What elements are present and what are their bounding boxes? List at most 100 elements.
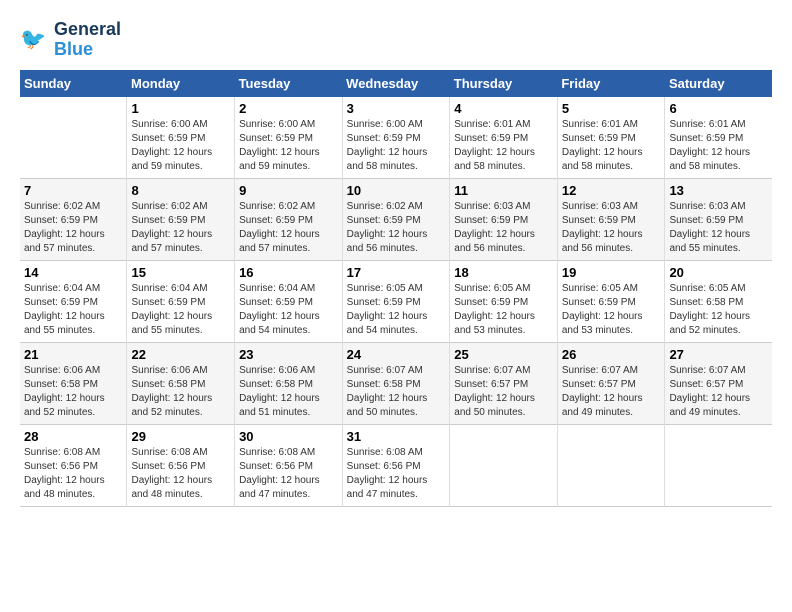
calendar-table: SundayMondayTuesdayWednesdayThursdayFrid… [20, 70, 772, 507]
day-number: 14 [24, 265, 122, 280]
day-number: 2 [239, 101, 338, 116]
calendar-cell: 9Sunrise: 6:02 AM Sunset: 6:59 PM Daylig… [235, 178, 343, 260]
calendar-cell: 30 Sunrise: 6:08 AM Sunset: 6:56 PM Dayli… [235, 424, 343, 506]
day-number: 18 [454, 265, 553, 280]
logo: 🐦 General Blue [20, 20, 121, 60]
day-info: Sunrise: 6:01 AM Sunset: 6:59 PM Dayligh… [454, 118, 553, 174]
day-number: 17 [347, 265, 446, 280]
calendar-cell: 7 Sunrise: 6:02 AM Sunset: 6:59 PM Daylig… [20, 178, 127, 260]
column-header-thursday: Thursday [450, 70, 558, 97]
calendar-cell: 29 Sunrise: 6:08 AM Sunset: 6:56 PM Dayli… [127, 424, 235, 506]
day-number: 1 [131, 101, 230, 116]
calendar-cell: 10 Sunrise: 6:02 AM Sunset: 6:59 PM Dayli… [342, 178, 450, 260]
day-info: Sunrise: 6:07 AM Sunset: 6:57 PM Dayligh… [669, 364, 768, 420]
day-info: Sunrise: 6:05 AM Sunset: 6:59 PM Dayligh… [562, 282, 661, 338]
calendar-cell: 5 Sunrise: 6:01 AM Sunset: 6:59 PM Daylig… [557, 97, 665, 179]
day-info: Sunrise: 6:08 AM Sunset: 6:56 PM Dayligh… [347, 446, 446, 502]
day-number: 28 [24, 429, 122, 444]
column-header-tuesday: Tuesday [235, 70, 343, 97]
day-number: 19 [562, 265, 661, 280]
day-info: Sunrise: 6:00 AM Sunset: 6:59 PM Dayligh… [131, 118, 230, 174]
calendar-week-row: 14 Sunrise: 6:04 AM Sunset: 6:59 PM Dayli… [20, 260, 772, 342]
calendar-cell: 11 Sunrise: 6:03 AM Sunset: 6:59 PM Dayli… [450, 178, 558, 260]
day-info: Sunrise: 6:02 AM Sunset: 6:59 PM Dayligh… [239, 200, 338, 256]
day-number: 8 [131, 183, 230, 198]
day-info: Sunrise: 6:01 AM Sunset: 6:59 PM Dayligh… [562, 118, 661, 174]
calendar-cell: 14 Sunrise: 6:04 AM Sunset: 6:59 PM Dayli… [20, 260, 127, 342]
calendar-cell: 17Sunrise: 6:05 AM Sunset: 6:59 PM Dayli… [342, 260, 450, 342]
day-number: 26 [562, 347, 661, 362]
day-info: Sunrise: 6:08 AM Sunset: 6:56 PM Dayligh… [24, 446, 122, 502]
calendar-week-row: 1 Sunrise: 6:00 AM Sunset: 6:59 PM Daylig… [20, 97, 772, 179]
logo-text: General Blue [54, 20, 121, 60]
day-number: 11 [454, 183, 553, 198]
header: 🐦 General Blue [20, 20, 772, 60]
logo-icon: 🐦 [20, 25, 50, 55]
day-info: Sunrise: 6:00 AM Sunset: 6:59 PM Dayligh… [347, 118, 446, 174]
day-number: 20 [669, 265, 768, 280]
day-number: 22 [131, 347, 230, 362]
calendar-cell: 4 Sunrise: 6:01 AM Sunset: 6:59 PM Daylig… [450, 97, 558, 179]
day-info: Sunrise: 6:04 AM Sunset: 6:59 PM Dayligh… [24, 282, 122, 338]
column-header-saturday: Saturday [665, 70, 772, 97]
day-info: Sunrise: 6:03 AM Sunset: 6:59 PM Dayligh… [562, 200, 661, 256]
calendar-cell: 19 Sunrise: 6:05 AM Sunset: 6:59 PM Dayli… [557, 260, 665, 342]
svg-text:🐦: 🐦 [20, 28, 46, 51]
day-info: Sunrise: 6:06 AM Sunset: 6:58 PM Dayligh… [24, 364, 122, 420]
calendar-cell: 24Sunrise: 6:07 AM Sunset: 6:58 PM Dayli… [342, 342, 450, 424]
day-number: 13 [669, 183, 768, 198]
day-info: Sunrise: 6:07 AM Sunset: 6:57 PM Dayligh… [562, 364, 661, 420]
calendar-cell: 25Sunrise: 6:07 AM Sunset: 6:57 PM Dayli… [450, 342, 558, 424]
column-header-wednesday: Wednesday [342, 70, 450, 97]
column-header-sunday: Sunday [20, 70, 127, 97]
day-number: 7 [24, 183, 122, 198]
day-info: Sunrise: 6:04 AM Sunset: 6:59 PM Dayligh… [131, 282, 230, 338]
calendar-cell: 8 Sunrise: 6:02 AM Sunset: 6:59 PM Daylig… [127, 178, 235, 260]
calendar-week-row: 21 Sunrise: 6:06 AM Sunset: 6:58 PM Dayli… [20, 342, 772, 424]
day-info: Sunrise: 6:02 AM Sunset: 6:59 PM Dayligh… [24, 200, 122, 256]
day-number: 30 [239, 429, 338, 444]
calendar-cell: 21 Sunrise: 6:06 AM Sunset: 6:58 PM Dayli… [20, 342, 127, 424]
day-info: Sunrise: 6:04 AM Sunset: 6:59 PM Dayligh… [239, 282, 338, 338]
day-number: 15 [131, 265, 230, 280]
day-number: 12 [562, 183, 661, 198]
calendar-cell: 31 Sunrise: 6:08 AM Sunset: 6:56 PM Dayli… [342, 424, 450, 506]
day-info: Sunrise: 6:02 AM Sunset: 6:59 PM Dayligh… [131, 200, 230, 256]
calendar-cell: 18 Sunrise: 6:05 AM Sunset: 6:59 PM Dayli… [450, 260, 558, 342]
calendar-cell: 12 Sunrise: 6:03 AM Sunset: 6:59 PM Dayli… [557, 178, 665, 260]
day-number: 31 [347, 429, 446, 444]
day-info: Sunrise: 6:08 AM Sunset: 6:56 PM Dayligh… [239, 446, 338, 502]
day-info: Sunrise: 6:05 AM Sunset: 6:58 PM Dayligh… [669, 282, 768, 338]
column-header-monday: Monday [127, 70, 235, 97]
day-number: 5 [562, 101, 661, 116]
day-info: Sunrise: 6:01 AM Sunset: 6:59 PM Dayligh… [669, 118, 768, 174]
day-info: Sunrise: 6:08 AM Sunset: 6:56 PM Dayligh… [131, 446, 230, 502]
column-header-friday: Friday [557, 70, 665, 97]
calendar-cell: 26 Sunrise: 6:07 AM Sunset: 6:57 PM Dayli… [557, 342, 665, 424]
day-info: Sunrise: 6:05 AM Sunset: 6:59 PM Dayligh… [454, 282, 553, 338]
day-number: 3 [347, 101, 446, 116]
calendar-cell: 23Sunrise: 6:06 AM Sunset: 6:58 PM Dayli… [235, 342, 343, 424]
calendar-cell: 15 Sunrise: 6:04 AM Sunset: 6:59 PM Dayli… [127, 260, 235, 342]
day-number: 10 [347, 183, 446, 198]
calendar-week-row: 28 Sunrise: 6:08 AM Sunset: 6:56 PM Dayli… [20, 424, 772, 506]
calendar-cell: 20 Sunrise: 6:05 AM Sunset: 6:58 PM Dayli… [665, 260, 772, 342]
calendar-cell: 22 Sunrise: 6:06 AM Sunset: 6:58 PM Dayli… [127, 342, 235, 424]
calendar-cell [450, 424, 558, 506]
day-number: 21 [24, 347, 122, 362]
day-number: 6 [669, 101, 768, 116]
day-info: Sunrise: 6:06 AM Sunset: 6:58 PM Dayligh… [131, 364, 230, 420]
day-info: Sunrise: 6:02 AM Sunset: 6:59 PM Dayligh… [347, 200, 446, 256]
day-info: Sunrise: 6:00 AM Sunset: 6:59 PM Dayligh… [239, 118, 338, 174]
calendar-cell: 2 Sunrise: 6:00 AM Sunset: 6:59 PM Daylig… [235, 97, 343, 179]
day-number: 29 [131, 429, 230, 444]
day-info: Sunrise: 6:03 AM Sunset: 6:59 PM Dayligh… [454, 200, 553, 256]
calendar-cell: 1 Sunrise: 6:00 AM Sunset: 6:59 PM Daylig… [127, 97, 235, 179]
calendar-cell: 3 Sunrise: 6:00 AM Sunset: 6:59 PM Daylig… [342, 97, 450, 179]
day-number: 23 [239, 347, 338, 362]
day-number: 4 [454, 101, 553, 116]
day-number: 25 [454, 347, 553, 362]
calendar-cell [20, 97, 127, 179]
calendar-cell: 16Sunrise: 6:04 AM Sunset: 6:59 PM Dayli… [235, 260, 343, 342]
calendar-cell [665, 424, 772, 506]
